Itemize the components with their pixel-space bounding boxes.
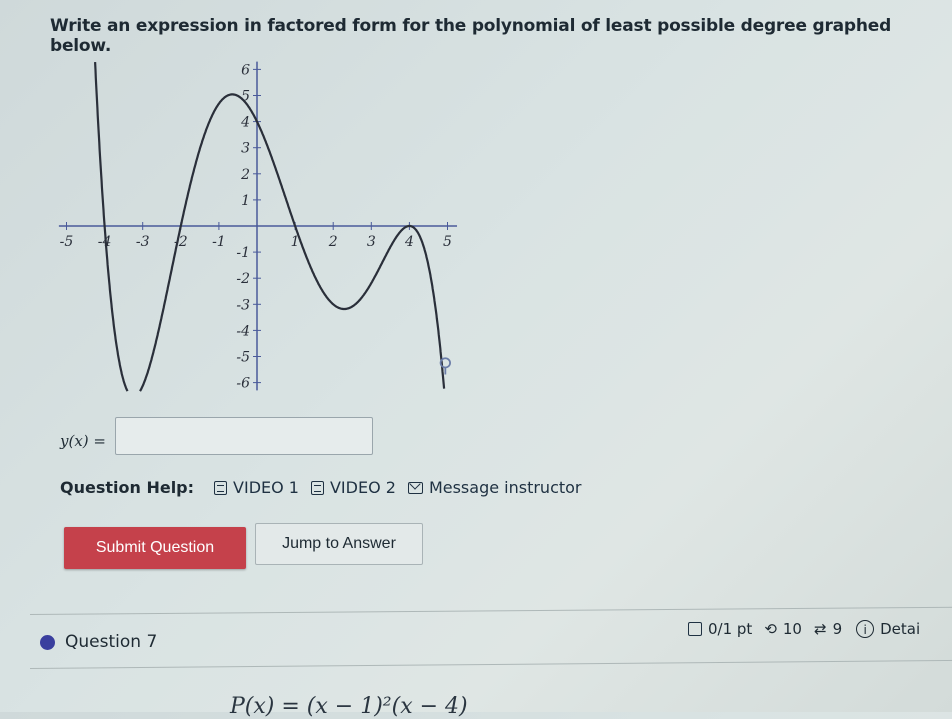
y-tick-label: -2 [236, 271, 250, 287]
video-2-label: VIDEO 2 [330, 478, 396, 497]
submit-question-button[interactable]: Submit Question [64, 527, 246, 569]
x-tick-label: -3 [136, 234, 150, 250]
question-7-header[interactable]: Question 7 [40, 632, 157, 652]
video-1-label: VIDEO 1 [233, 478, 299, 497]
retry-icon: ⟲ [764, 620, 777, 638]
y-tick-label: -4 [236, 323, 250, 339]
answer-input[interactable] [115, 417, 373, 455]
jump-to-answer-button[interactable]: Jump to Answer [255, 523, 423, 565]
question-7-title: Question 7 [65, 632, 157, 652]
question-help: Question Help: VIDEO 1 VIDEO 2 Message i… [60, 478, 582, 497]
y-tick-label: -3 [236, 297, 250, 313]
y-tick-label: 6 [241, 62, 250, 78]
video-2-link[interactable]: VIDEO 2 [311, 478, 396, 497]
question-meta: 0/1 pt ⟲ 10 ⇄ 9 i Detai [688, 620, 920, 638]
details-link[interactable]: Detai [880, 620, 920, 638]
y-tick-label: -6 [236, 376, 250, 392]
y-tick-label: 1 [241, 193, 250, 209]
document-icon [214, 481, 227, 495]
x-tick-label: 4 [404, 234, 414, 250]
retries-count: 10 [783, 620, 802, 638]
video-1-link[interactable]: VIDEO 1 [214, 478, 299, 497]
magnifier-icon: ⚲ [438, 353, 453, 377]
attempts-count: 9 [833, 620, 843, 638]
x-tick-label: 3 [367, 234, 376, 250]
info-icon[interactable]: i [856, 620, 874, 638]
status-dot-icon [40, 635, 55, 650]
next-question-formula: P(x) = (x − 1)²(x − 4) [230, 694, 468, 719]
y-tick-label: 2 [240, 167, 250, 183]
question-help-label: Question Help: [60, 478, 194, 497]
message-instructor-label: Message instructor [429, 478, 582, 497]
y-tick-label: 4 [240, 115, 250, 131]
points: 0/1 pt [708, 620, 752, 638]
divider [30, 607, 952, 615]
x-tick-label: -1 [212, 234, 226, 250]
mail-icon [408, 482, 423, 494]
answer-label: y(x) = [60, 432, 106, 450]
y-tick-label: -1 [236, 245, 250, 261]
y-tick-label: 3 [241, 141, 250, 157]
polynomial-graph: -5-4-3-2-112345654321-1-2-3-4-5-6⚲ [40, 50, 470, 400]
x-tick-label: 5 [443, 234, 452, 250]
y-tick-label: -5 [236, 350, 250, 366]
x-tick-label: 2 [328, 234, 338, 250]
document-icon [311, 481, 324, 495]
message-instructor-link[interactable]: Message instructor [408, 478, 582, 497]
checkbox-icon [688, 622, 702, 636]
attempts-icon: ⇄ [814, 620, 827, 638]
x-tick-label: -5 [60, 234, 74, 250]
divider [30, 660, 952, 669]
